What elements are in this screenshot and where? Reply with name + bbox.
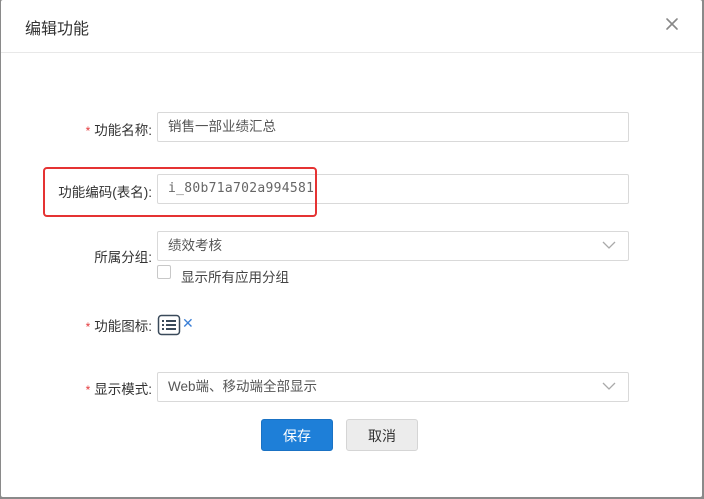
save-button[interactable]: 保存 [261,419,333,451]
required-mark: * [85,124,91,138]
chevron-down-icon [602,382,616,390]
display-mode-label: * 显示模式: [85,382,152,397]
required-mark: * [85,383,91,397]
function-name-label: * 功能名称: [85,123,152,138]
required-mark: * [85,320,91,334]
display-mode-value: Web端、移动端全部显示 [168,379,318,394]
edit-function-dialog: 编辑功能 * 功能名称: 销售一部业绩汇总 功能编码(表名): i_80b71a7… [1,0,702,497]
close-icon [666,18,678,30]
function-name-input[interactable]: 销售一部业绩汇总 [157,112,629,142]
group-label: 所属分组: [94,250,152,265]
display-mode-select[interactable]: Web端、移动端全部显示 [157,372,629,402]
close-button[interactable] [662,14,682,34]
function-code-label: 功能编码(表名): [58,185,152,200]
cancel-button[interactable]: 取消 [346,419,418,451]
show-all-groups-checkbox[interactable] [157,265,171,279]
group-select-value: 绩效考核 [168,238,222,253]
dialog-title: 编辑功能 [25,21,90,38]
list-icon [157,314,181,336]
function-icon-label: * 功能图标: [85,319,152,334]
show-all-groups-label: 显示所有应用分组 [181,270,289,285]
chevron-down-icon [602,241,616,249]
dialog-header: 编辑功能 [1,0,702,53]
function-code-input[interactable]: i_80b71a702a994581 [157,174,629,204]
remove-icon-button[interactable]: ✕ [182,315,194,332]
group-select[interactable]: 绩效考核 [157,231,629,261]
function-icon-picker[interactable] [157,313,181,337]
